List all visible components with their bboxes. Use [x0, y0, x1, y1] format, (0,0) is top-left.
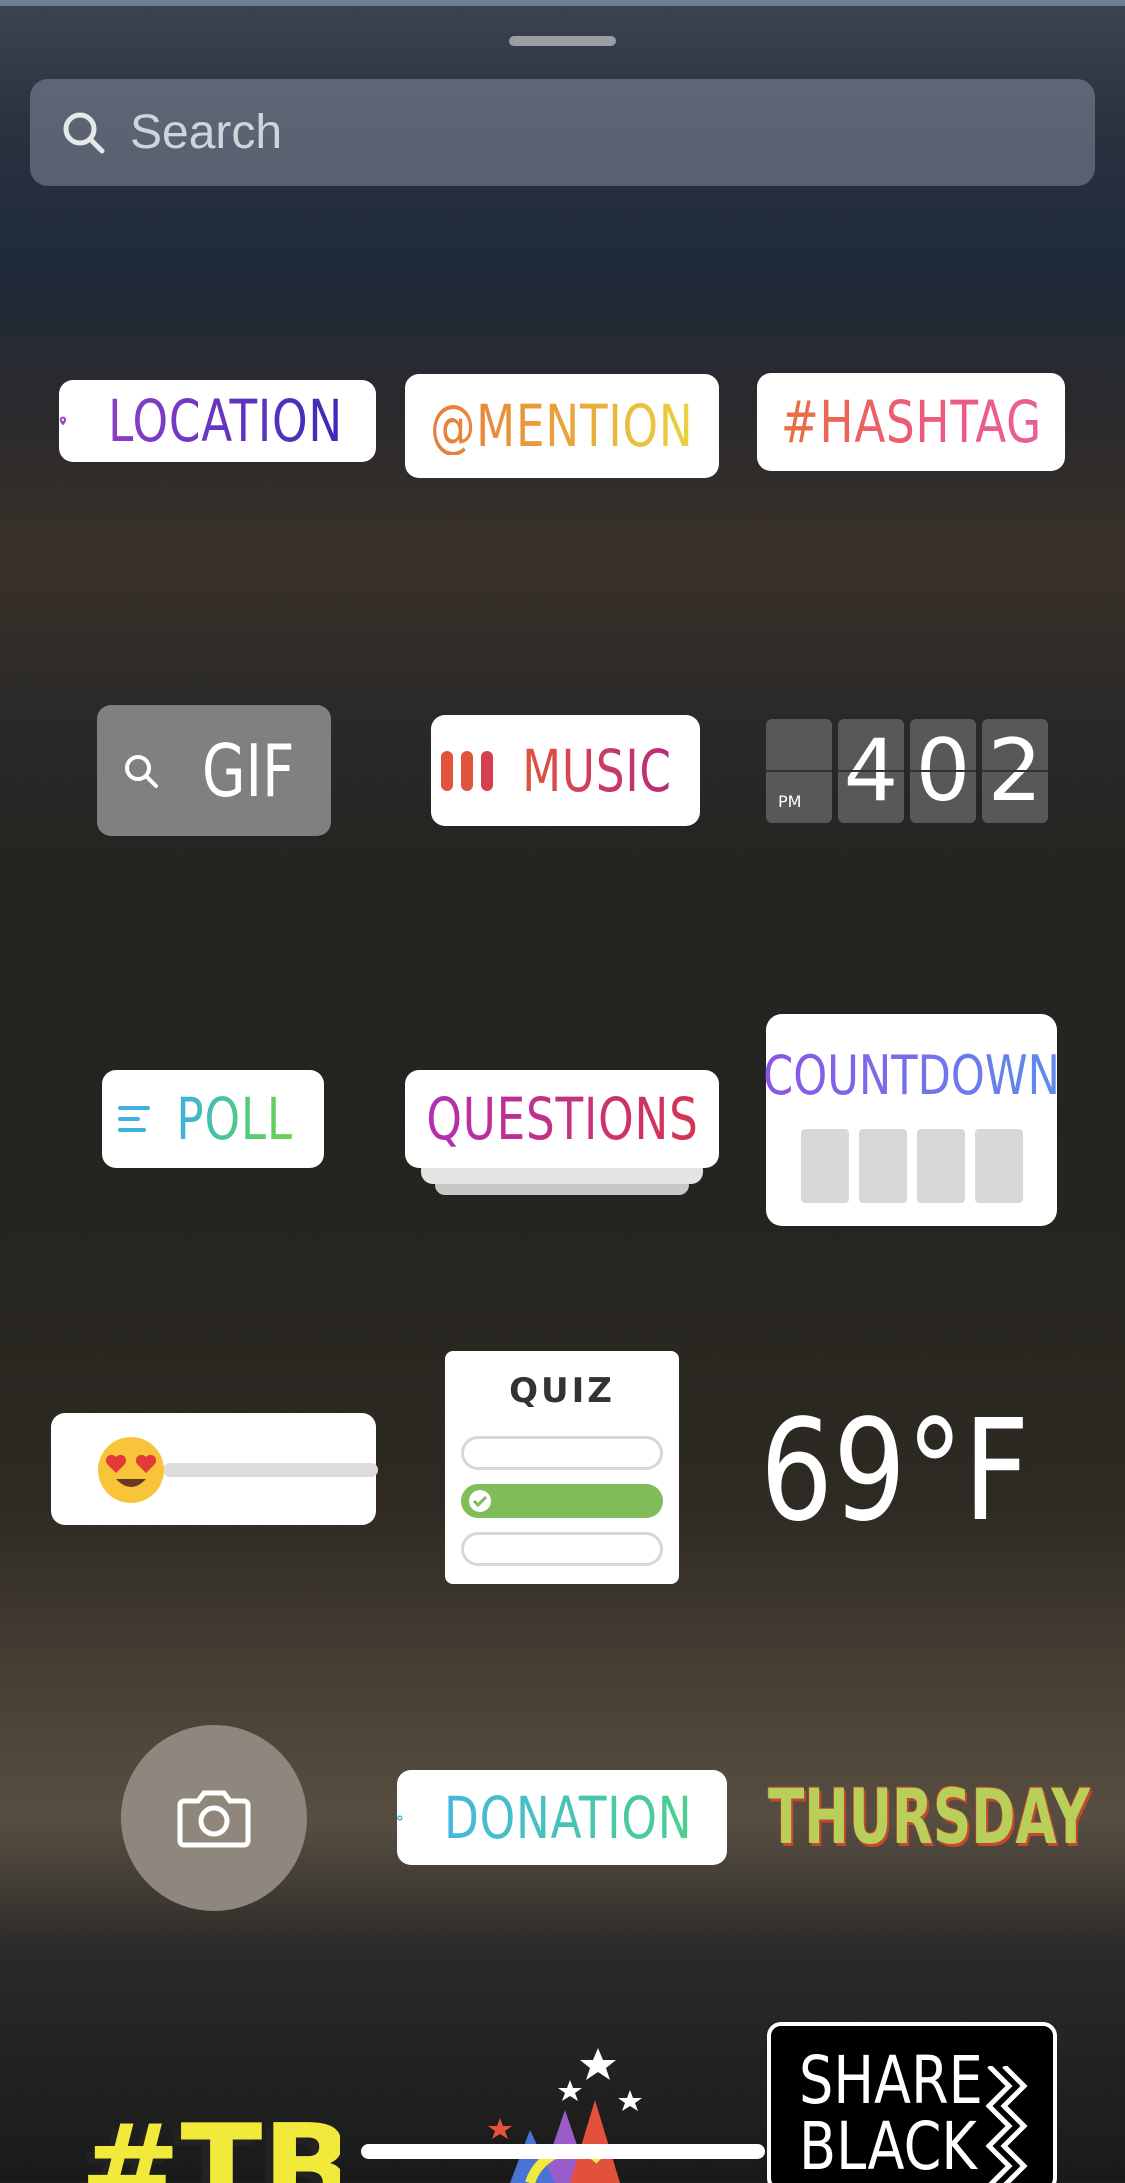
countdown-box [916, 1129, 965, 1203]
day-sticker[interactable]: THURSDAY [768, 1772, 1090, 1862]
share-black-sticker[interactable]: SHARE BLACK [767, 2022, 1057, 2183]
quiz-label: QUIZ [509, 1371, 615, 1411]
quiz-option [461, 1532, 663, 1566]
gif-label: GIF [201, 728, 295, 813]
vote-graphic [488, 2048, 642, 2183]
location-sticker[interactable]: LOCATION [59, 380, 376, 462]
countdown-label: COUNTDOWN [763, 1044, 1060, 1107]
questions-sticker[interactable]: QUESTIONS [405, 1070, 719, 1195]
time-digit: 2 [982, 719, 1048, 823]
gif-sticker[interactable]: GIF [97, 705, 331, 836]
time-digit: 4 [838, 719, 904, 823]
music-label: MUSIC [521, 736, 672, 805]
temperature-sticker[interactable]: 69°F [760, 1390, 1030, 1553]
poll-label: POLL [176, 1085, 294, 1153]
countdown-box [974, 1129, 1023, 1203]
search-bar[interactable] [30, 79, 1095, 186]
countdown-sticker[interactable]: COUNTDOWN [763, 1014, 1060, 1226]
music-bars-icon [440, 750, 493, 791]
heart-icon [397, 1814, 403, 1821]
countdown-box [858, 1129, 907, 1203]
music-sticker[interactable]: MUSIC [431, 715, 700, 826]
countdown-digit-boxes [800, 1129, 1023, 1203]
mention-label: @MENTION [430, 392, 694, 460]
time-ampm: PM [766, 719, 832, 823]
share-black-label: SHARE BLACK [799, 2042, 983, 2183]
time-digit: 0 [910, 719, 976, 823]
heart-eyes-emoji-icon [98, 1437, 164, 1503]
camera-icon [177, 1790, 251, 1848]
donation-label: DONATION [443, 1783, 692, 1852]
location-label: LOCATION [107, 387, 343, 455]
quiz-sticker[interactable]: QUIZ [445, 1351, 679, 1584]
tbt-label: #TBT [80, 2110, 340, 2183]
mention-sticker[interactable]: @MENTION [405, 374, 719, 478]
vote-sticker[interactable] [470, 2040, 670, 2183]
quiz-option-correct [461, 1484, 663, 1518]
quiz-option [461, 1436, 663, 1470]
sheet-drag-handle[interactable] [509, 36, 616, 46]
home-indicator[interactable] [361, 2144, 765, 2159]
countdown-box [800, 1129, 849, 1203]
hashtag-label: #HASHTAG [780, 388, 1042, 456]
zigzag-icon [985, 2066, 1028, 2183]
check-icon [469, 1490, 491, 1512]
slider-track [163, 1463, 378, 1477]
poll-sticker[interactable]: POLL [102, 1070, 324, 1168]
poll-lines-icon [118, 1106, 151, 1132]
tbt-sticker[interactable]: #TBT [80, 2110, 340, 2183]
questions-card: QUESTIONS [405, 1070, 719, 1168]
search-icon [63, 112, 105, 153]
search-icon [124, 754, 158, 788]
background-preview-strip [0, 0, 1125, 6]
emoji-slider-sticker[interactable] [51, 1413, 378, 1525]
hashtag-sticker[interactable]: #HASHTAG [757, 373, 1065, 471]
time-sticker[interactable]: PM 4 0 2 [766, 719, 1057, 823]
donation-sticker[interactable]: DONATION [397, 1770, 727, 1865]
location-pin-icon [59, 416, 67, 426]
questions-label: QUESTIONS [425, 1085, 699, 1153]
camera-sticker-button[interactable] [121, 1725, 307, 1911]
search-input[interactable] [130, 102, 1030, 163]
